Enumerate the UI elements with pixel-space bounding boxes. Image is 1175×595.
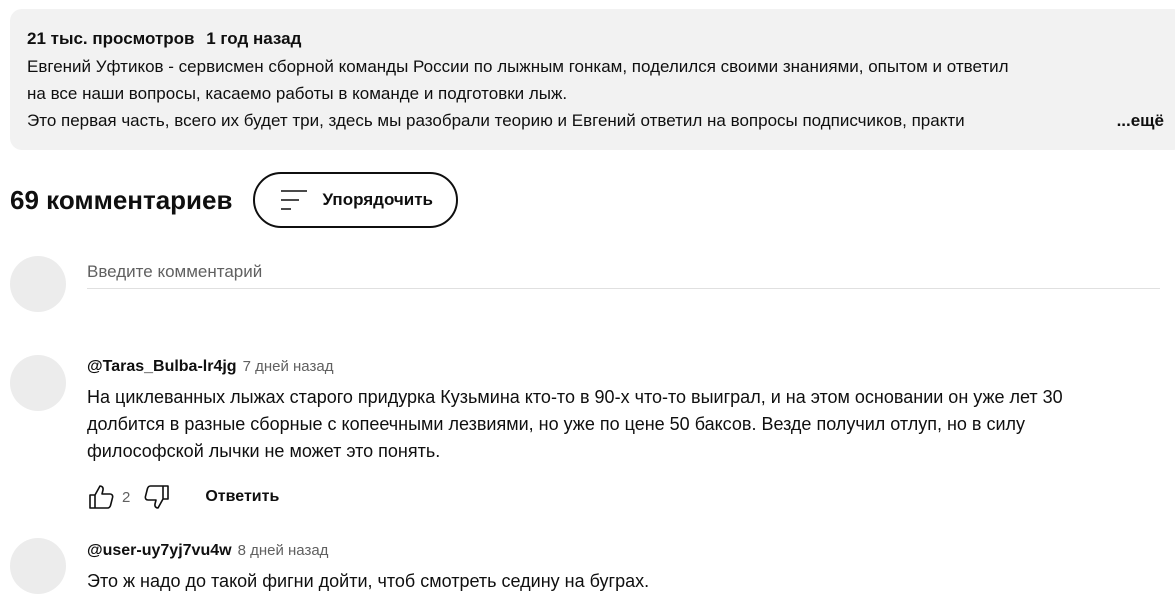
sort-button[interactable]: Упорядочить [252, 172, 459, 228]
avatar[interactable] [10, 538, 66, 594]
comment-input[interactable] [87, 256, 1160, 289]
comment-author[interactable]: @user-uy7yj7vu4w [87, 542, 232, 559]
video-description[interactable]: 21 тыс. просмотров 1 год назад Евгений У… [10, 9, 1175, 150]
comments-count: 69 комментариев [10, 184, 233, 215]
comment-header: @user-uy7yj7vu4w 8 дней назад [87, 538, 1167, 564]
comment-time[interactable]: 8 дней назад [238, 542, 329, 559]
current-user-avatar [10, 256, 66, 312]
sort-icon [280, 190, 307, 210]
description-line-truncated: Это первая часть, всего их будет три, зд… [27, 107, 1164, 134]
comment-text: На циклеванных лыжах старого придурка Ку… [87, 384, 1167, 465]
comment-item: @user-uy7yj7vu4w 8 дней назад Это ж надо … [87, 538, 1167, 595]
description-line-text: Это первая часть, всего их будет три, зд… [27, 111, 965, 130]
comment-item: @Taras_Bulba-lr4jg 7 дней назад На циклев… [87, 354, 1167, 515]
thumbs-down-icon[interactable] [143, 483, 171, 511]
show-more-button[interactable]: ...ещё [1070, 107, 1164, 134]
comments-header: 69 комментариев Упорядочить [10, 171, 459, 229]
comment-time[interactable]: 7 дней назад [243, 358, 334, 375]
description-meta: 21 тыс. просмотров 1 год назад [27, 27, 1175, 53]
comment-actions: 2 Ответить [87, 479, 1167, 515]
comment-author[interactable]: @Taras_Bulba-lr4jg [87, 358, 237, 375]
comment-text-line: философской лычки не может это понять. [87, 441, 441, 461]
like-count: 2 [122, 488, 131, 506]
thumbs-up-icon[interactable] [87, 483, 115, 511]
upload-date: 1 год назад [206, 29, 302, 48]
description-line: Евгений Уфтиков - сервисмен сборной кома… [27, 57, 1009, 76]
description-line: на все наши вопросы, касаемо работы в ко… [27, 84, 568, 103]
comment-text-line: На циклеванных лыжах старого придурка Ку… [87, 387, 1063, 407]
avatar[interactable] [10, 355, 66, 411]
reply-button[interactable]: Ответить [205, 488, 279, 506]
comment-header: @Taras_Bulba-lr4jg 7 дней назад [87, 354, 1167, 380]
comment-text-line: долбится в разные сборные с копеечными л… [87, 414, 1026, 434]
sort-button-label: Упорядочить [322, 190, 434, 209]
view-count: 21 тыс. просмотров [27, 29, 195, 48]
